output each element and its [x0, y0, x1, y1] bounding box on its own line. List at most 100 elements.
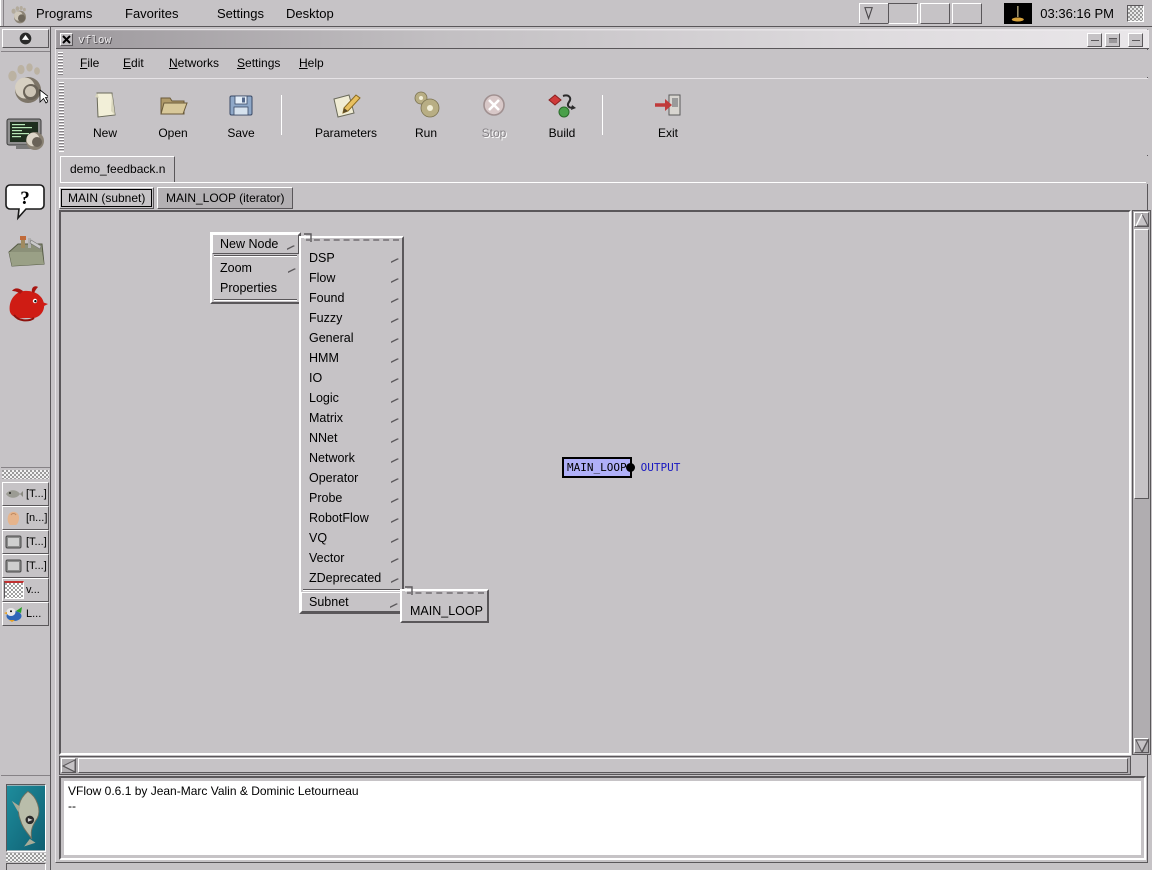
- hscroll-left-button[interactable]: [61, 758, 76, 773]
- panel-grip[interactable]: [0, 0, 4, 26]
- minimize-button[interactable]: [1087, 33, 1102, 47]
- vflow-window: vflow File Edit Networks Settings Hel: [55, 29, 1148, 863]
- panel-menu-favorites[interactable]: Favorites: [125, 5, 178, 23]
- window-menu-button[interactable]: [60, 33, 73, 46]
- task-item[interactable]: v...: [2, 578, 49, 602]
- toolbar-parameters-button[interactable]: Parameters: [312, 83, 380, 149]
- menu-edit[interactable]: Edit: [117, 54, 150, 73]
- panel-menu-programs[interactable]: Programs: [36, 5, 92, 23]
- menu-item-label: VQ: [309, 531, 327, 545]
- file-tab-demo-feedback[interactable]: demo_feedback.n: [60, 156, 175, 182]
- task-label: v...: [26, 584, 40, 596]
- launcher-dragon[interactable]: [4, 282, 48, 332]
- toolbar-new-button[interactable]: New: [71, 83, 139, 149]
- panel-menu-desktop[interactable]: Desktop: [286, 5, 334, 23]
- pencil-paper-icon: [329, 89, 363, 121]
- node-output-port[interactable]: [626, 463, 635, 472]
- submenu-item-general[interactable]: General: [301, 328, 402, 348]
- submenu-item-io[interactable]: IO: [301, 368, 402, 388]
- menu-networks[interactable]: Networks: [163, 54, 225, 73]
- gnome-foot-icon[interactable]: [9, 4, 29, 24]
- desktop-left-panel: ?: [0, 27, 51, 870]
- scroll-down-arrow-icon: [1135, 739, 1149, 753]
- window-titlebar[interactable]: vflow: [56, 30, 1149, 49]
- tasklist-grip[interactable]: [2, 470, 49, 479]
- launcher-help[interactable]: ?: [4, 177, 48, 227]
- submenu-arrow-icon: [390, 574, 398, 582]
- tray-applet-icon[interactable]: [1004, 3, 1032, 24]
- submenu-item-fuzzy[interactable]: Fuzzy: [301, 308, 402, 328]
- subnet-submenu-item-main-loop[interactable]: MAIN_LOOP: [402, 601, 487, 621]
- submenu-item-hmm[interactable]: HMM: [301, 348, 402, 368]
- task-item[interactable]: [T...]: [2, 530, 49, 554]
- shark-applet[interactable]: [6, 784, 46, 852]
- launcher-terminal[interactable]: [4, 109, 48, 159]
- canvas-hscrollbar[interactable]: [59, 756, 1131, 775]
- submenu-item-robotflow[interactable]: RobotFlow: [301, 508, 402, 528]
- applet-grip[interactable]: [6, 853, 46, 862]
- log-text[interactable]: VFlow 0.6.1 by Jean-Marc Valin & Dominic…: [64, 781, 1141, 855]
- node-main-loop[interactable]: MAIN_LOOP OUTPUT: [562, 457, 680, 478]
- submenu-item-operator[interactable]: Operator: [301, 468, 402, 488]
- canvas-vscrollbar[interactable]: [1132, 210, 1151, 755]
- submenu-arrow-icon: [390, 514, 398, 522]
- submenu-item-logic[interactable]: Logic: [301, 388, 402, 408]
- toolbar-exit-button[interactable]: Exit: [634, 83, 702, 149]
- submenu-item-nnet[interactable]: NNet: [301, 428, 402, 448]
- toolbar-run-button[interactable]: Run: [392, 83, 460, 149]
- node-box[interactable]: MAIN_LOOP: [562, 457, 632, 478]
- file-tab-bar: demo_feedback.n: [57, 156, 1148, 184]
- panel-scroll-up-button[interactable]: [2, 29, 49, 48]
- menubar-grip[interactable]: [58, 52, 63, 75]
- menu-help[interactable]: Help: [293, 54, 330, 73]
- menu-file[interactable]: File: [74, 54, 105, 73]
- pager-desktop-1[interactable]: [859, 3, 889, 24]
- submenu-item-vector[interactable]: Vector: [301, 548, 402, 568]
- menu-settings[interactable]: Settings: [231, 54, 286, 73]
- context-menu-item-properties[interactable]: Properties: [212, 278, 299, 298]
- submenu-item-zdeprecated[interactable]: ZDeprecated: [301, 568, 402, 588]
- task-item[interactable]: [T...]: [2, 482, 49, 506]
- panel-menu-settings[interactable]: Settings: [217, 5, 264, 23]
- task-item[interactable]: [n...]: [2, 506, 49, 530]
- toolbar-open-button[interactable]: Open: [139, 83, 207, 149]
- canvas-context-menu[interactable]: New Node Zoom Properties: [210, 232, 301, 304]
- vscroll-thumb[interactable]: [1134, 229, 1149, 499]
- maximize-button[interactable]: [1105, 33, 1120, 47]
- window-icon: [4, 533, 24, 551]
- toolbar-save-button[interactable]: Save: [207, 83, 275, 149]
- hscroll-thumb[interactable]: [78, 758, 1128, 773]
- context-menu-item-new-node[interactable]: New Node: [212, 234, 299, 254]
- context-menu-item-zoom[interactable]: Zoom: [212, 258, 299, 278]
- launcher-toolbox[interactable]: [4, 230, 48, 280]
- pager-desktop-3[interactable]: [920, 3, 950, 24]
- submenu-item-network[interactable]: Network: [301, 448, 402, 468]
- vscroll-down-button[interactable]: [1134, 738, 1149, 753]
- submenu-item-subnet[interactable]: Subnet: [301, 592, 402, 612]
- submenu-item-probe[interactable]: Probe: [301, 488, 402, 508]
- subnet-submenu[interactable]: MAIN_LOOP: [400, 589, 489, 623]
- panel-divider: [1, 51, 50, 52]
- task-item[interactable]: [T...]: [2, 554, 49, 578]
- menu-tearoff-handle[interactable]: [405, 592, 484, 600]
- submenu-item-matrix[interactable]: Matrix: [301, 408, 402, 428]
- toolbar-build-button[interactable]: Build: [528, 83, 596, 149]
- close-x-icon: [62, 35, 71, 44]
- restore-button[interactable]: [1128, 33, 1143, 47]
- submenu-item-flow[interactable]: Flow: [301, 268, 402, 288]
- submenu-item-vq[interactable]: VQ: [301, 528, 402, 548]
- toolbar-label: New: [93, 126, 117, 140]
- toolbar-stop-button[interactable]: Stop: [460, 83, 528, 149]
- pager-desktop-4[interactable]: [952, 3, 982, 24]
- vscroll-up-button[interactable]: [1134, 212, 1149, 227]
- task-item[interactable]: L...: [2, 602, 49, 626]
- toolbar-grip[interactable]: [59, 82, 64, 152]
- pager-desktop-2[interactable]: [888, 3, 918, 24]
- new-node-submenu[interactable]: DSP Flow Found Fuzzy General HMM IO Logi…: [299, 236, 404, 614]
- tray-checker-icon[interactable]: [1127, 5, 1144, 22]
- menu-tearoff-handle[interactable]: [304, 239, 399, 247]
- launcher-gnome-foot[interactable]: [4, 57, 48, 107]
- task-label: [T...]: [26, 488, 47, 500]
- submenu-item-dsp[interactable]: DSP: [301, 248, 402, 268]
- submenu-item-found[interactable]: Found: [301, 288, 402, 308]
